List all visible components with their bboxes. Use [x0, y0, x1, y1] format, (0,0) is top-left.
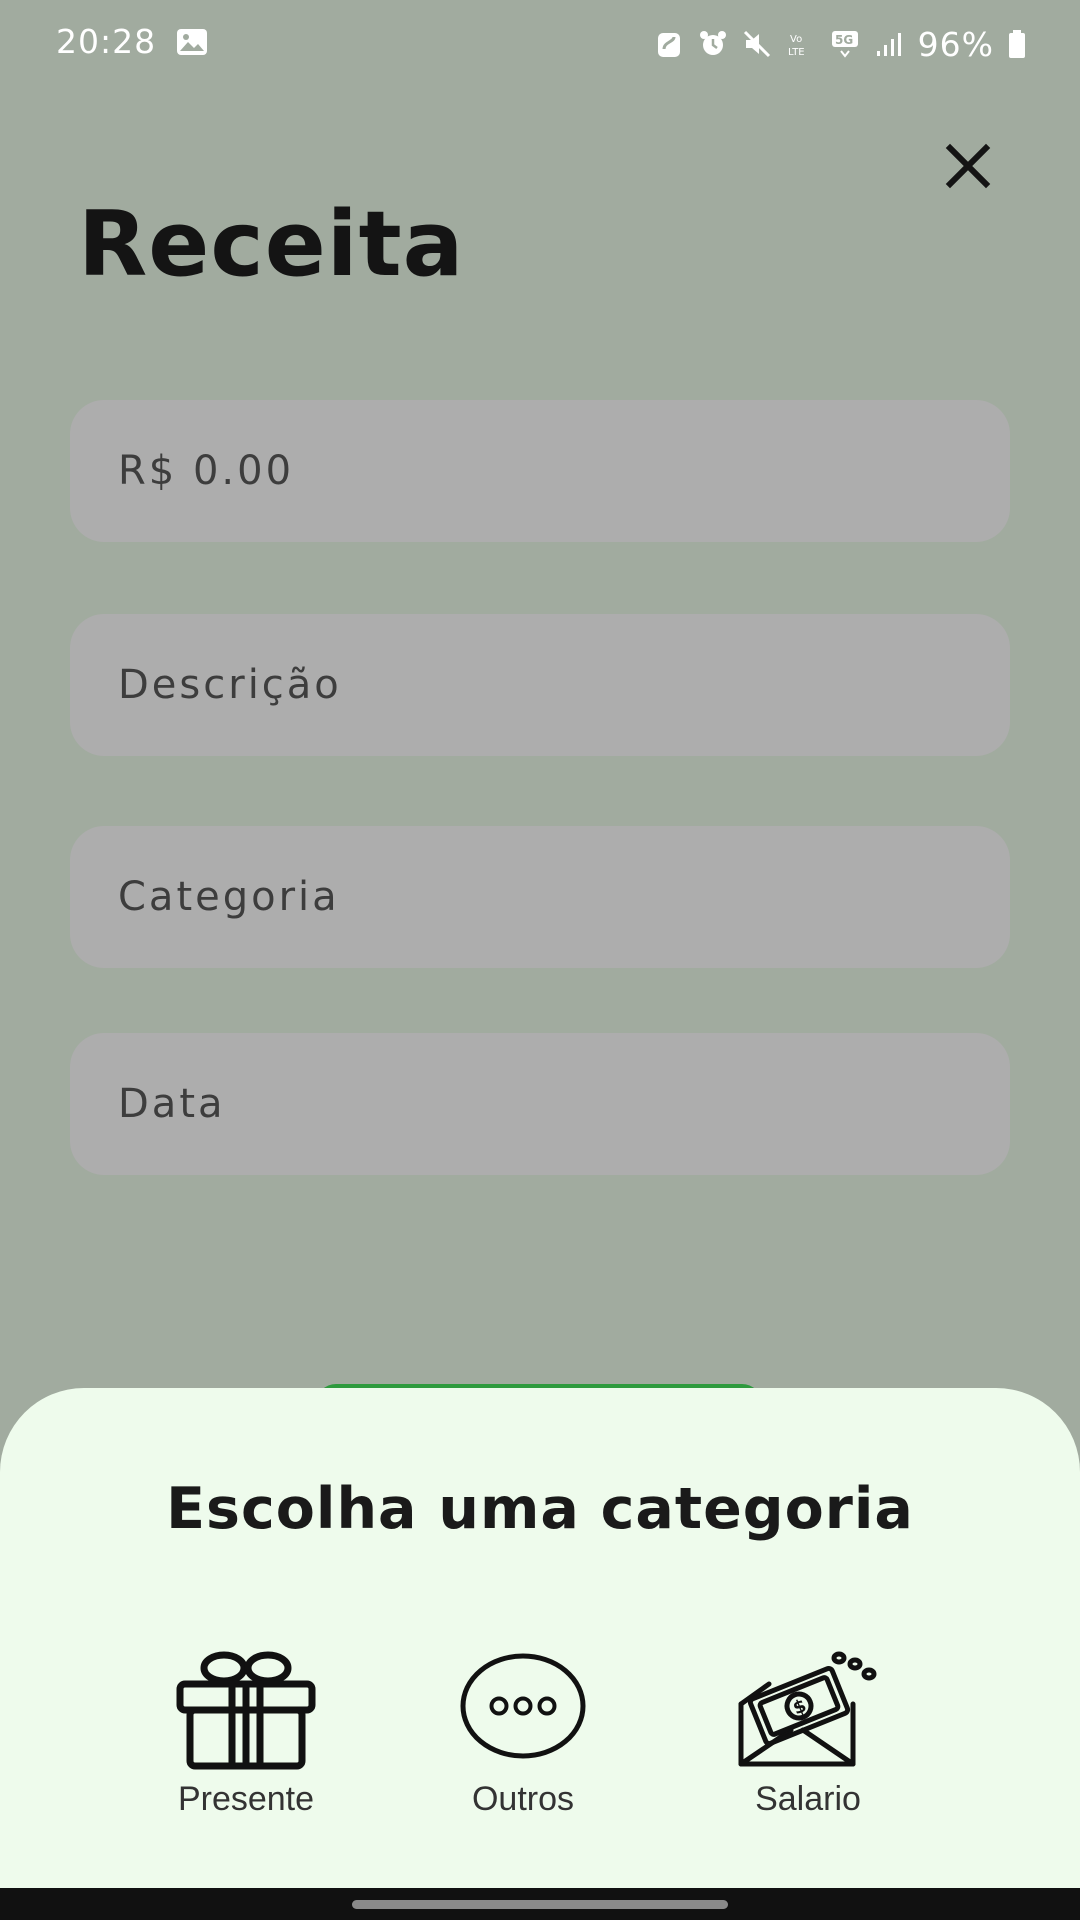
alarm-icon: [699, 31, 726, 55]
status-icons: Vo LTE 5G 96%: [654, 24, 1026, 64]
navigation-bar: [0, 1888, 1080, 1920]
category-label: Outros: [471, 1780, 575, 1818]
page-title: Receita: [78, 192, 465, 297]
volte-icon: Vo LTE: [788, 34, 805, 58]
gallery-icon: [177, 29, 207, 55]
category-option-presente[interactable]: Presente: [136, 1650, 356, 1818]
svg-text:LTE: LTE: [788, 47, 805, 58]
close-icon: [945, 143, 991, 189]
category-label: Presente: [177, 1780, 315, 1818]
amount-placeholder: R$ 0.00: [118, 448, 295, 494]
category-bottom-sheet: Escolha uma categoria Presente Outros $ …: [0, 1388, 1080, 1888]
date-input[interactable]: Data: [70, 1033, 1010, 1175]
date-placeholder: Data: [118, 1081, 226, 1127]
category-placeholder: Categoria: [118, 874, 340, 920]
money-envelope-icon: $: [738, 1651, 877, 1767]
close-button[interactable]: [932, 130, 1004, 202]
status-bar: 20:28 Vo LTE 5G 96%: [0, 0, 1080, 86]
sheet-title: Escolha uma categoria: [166, 1476, 914, 1542]
description-placeholder: Descrição: [118, 662, 342, 708]
svg-text:Vo: Vo: [790, 34, 802, 45]
battery-icon: [1009, 30, 1025, 58]
nfc-icon: [657, 33, 680, 57]
gift-icon: [176, 1651, 316, 1770]
category-option-outros[interactable]: Outros: [413, 1650, 633, 1818]
mute-icon: [743, 30, 770, 58]
status-time: 20:28: [56, 22, 157, 61]
battery-percent: 96%: [917, 24, 994, 64]
category-option-salario[interactable]: $ Salario: [698, 1650, 918, 1818]
category-label: Salario: [755, 1780, 861, 1818]
signal-icon: [876, 33, 901, 56]
svg-text:5G: 5G: [835, 33, 853, 47]
amount-input[interactable]: R$ 0.00: [70, 400, 1010, 542]
more-icon: [460, 1653, 586, 1759]
home-indicator[interactable]: [352, 1900, 728, 1909]
5g-icon: 5G: [831, 31, 858, 58]
description-input[interactable]: Descrição: [70, 614, 1010, 756]
category-input[interactable]: Categoria: [70, 826, 1010, 968]
